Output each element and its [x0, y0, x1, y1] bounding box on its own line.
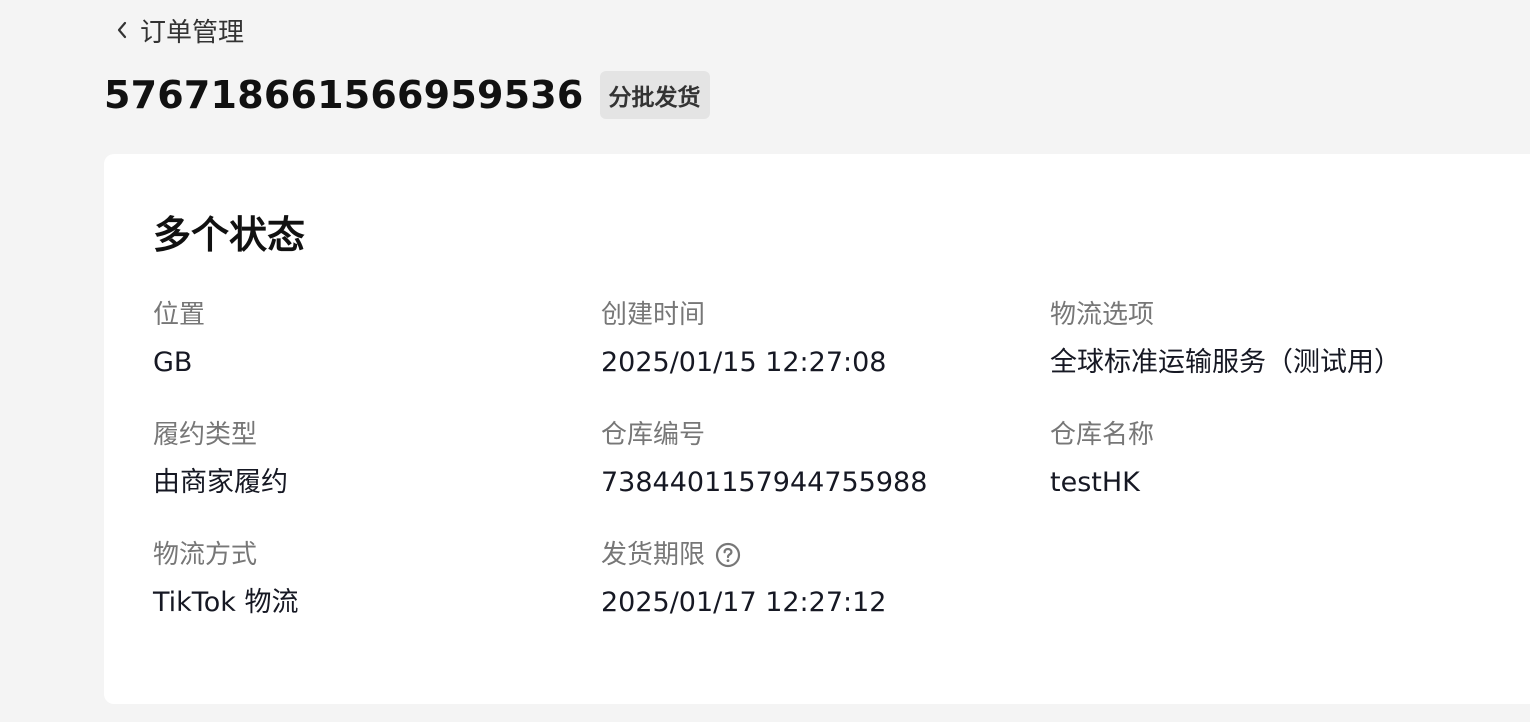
field-value: 2025/01/15 12:27:08 — [601, 347, 887, 378]
field-value: 全球标准运输服务（测试用） — [1050, 347, 1401, 378]
field-label: 物流方式 — [153, 540, 258, 570]
field-created-time: 创建时间 2025/01/15 12:27:08 — [601, 297, 886, 381]
field-label-with-help: 发货期限 — [601, 537, 886, 573]
field-label: 发货期限 — [601, 540, 706, 570]
field-value: TikTok 物流 — [153, 587, 299, 618]
field-value: testHK — [1050, 467, 1140, 498]
status-badge: 分批发货 — [599, 71, 710, 119]
back-link-label: 订单管理 — [140, 17, 245, 48]
field-ship-deadline: 发货期限 2025/01/17 12:27:12 — [601, 537, 886, 621]
field-label: 创建时间 — [601, 300, 706, 330]
field-label: 履约类型 — [153, 420, 258, 450]
card-title: 多个状态 — [153, 213, 306, 257]
field-value: 由商家履约 — [153, 467, 288, 498]
field-fulfillment-type: 履约类型 由商家履约 — [153, 417, 288, 501]
field-label: 位置 — [153, 300, 206, 330]
order-id: 576718661566959536 — [104, 73, 584, 117]
field-warehouse-name: 仓库名称 testHK — [1050, 417, 1154, 501]
order-status-card: 多个状态 位置 GB 创建时间 2025/01/15 12:27:08 物流选项… — [104, 154, 1530, 704]
field-shipping-method: 物流方式 TikTok 物流 — [153, 537, 298, 621]
field-warehouse-id: 仓库编号 7384401157944755988 — [601, 417, 927, 501]
field-value: GB — [153, 347, 193, 378]
order-header: 576718661566959536 分批发货 — [104, 70, 710, 120]
field-value: 2025/01/17 12:27:12 — [601, 587, 887, 618]
field-label: 物流选项 — [1050, 300, 1155, 330]
field-label: 仓库编号 — [601, 420, 706, 450]
field-location: 位置 GB — [153, 297, 205, 381]
chevron-left-icon — [112, 20, 132, 40]
field-label: 仓库名称 — [1050, 420, 1155, 450]
field-logistics-option: 物流选项 全球标准运输服务（测试用） — [1050, 297, 1401, 381]
back-to-order-management[interactable]: 订单管理 — [112, 10, 244, 50]
field-value: 7384401157944755988 — [601, 467, 928, 498]
question-circle-icon[interactable] — [715, 542, 741, 568]
